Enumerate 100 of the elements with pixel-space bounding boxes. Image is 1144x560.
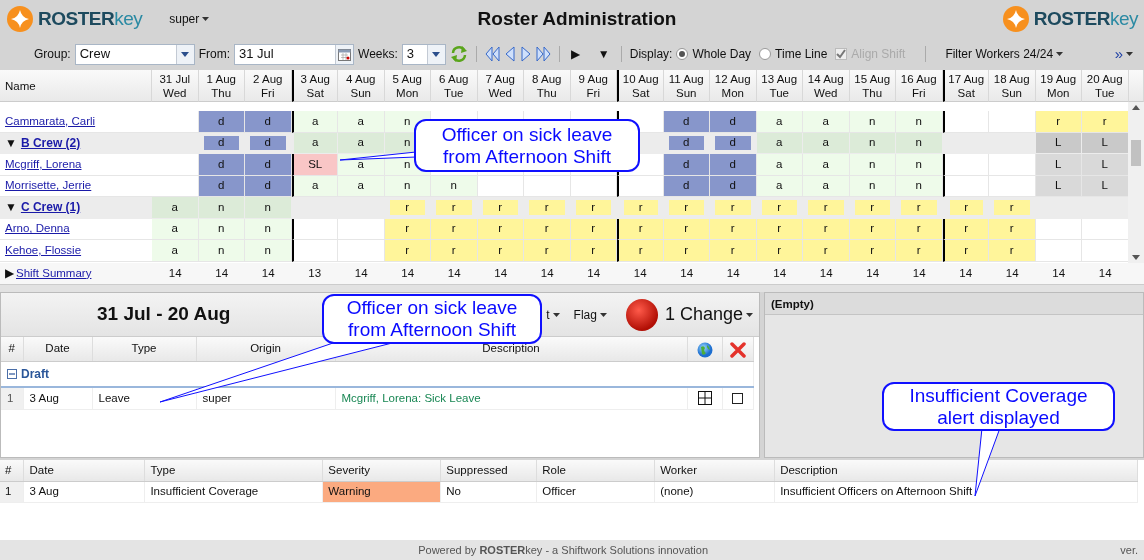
checkbox[interactable] bbox=[732, 392, 744, 404]
shift-cell[interactable]: d bbox=[663, 154, 709, 175]
column-header[interactable]: # bbox=[8, 342, 15, 355]
shift-cell[interactable]: r bbox=[1035, 111, 1081, 132]
shift-cell[interactable]: d bbox=[245, 154, 291, 175]
shift-cell[interactable]: d bbox=[245, 175, 291, 196]
shift-cell[interactable]: n bbox=[198, 240, 244, 261]
shift-cell[interactable]: r bbox=[524, 240, 570, 261]
shift-cell[interactable]: r bbox=[803, 218, 849, 239]
worker-link[interactable]: Kehoe, Flossie bbox=[5, 241, 82, 259]
shift-cell[interactable]: L bbox=[1082, 175, 1128, 196]
shift-cell[interactable]: n bbox=[245, 218, 291, 239]
column-header[interactable]: 3 Aug Sat bbox=[291, 70, 338, 102]
shift-cell[interactable]: SL bbox=[293, 154, 337, 175]
more-menu[interactable]: » bbox=[1111, 42, 1136, 66]
filter-menu[interactable]: Filter Workers 24/24 bbox=[942, 45, 1067, 63]
shift-cell[interactable]: a bbox=[338, 111, 384, 132]
shift-cell[interactable]: r bbox=[663, 240, 709, 261]
shift-cell[interactable]: a bbox=[293, 175, 337, 196]
worker-link[interactable]: Morrisette, Jerrie bbox=[5, 177, 92, 195]
column-header[interactable]: 15 Aug Thu bbox=[849, 70, 896, 102]
shift-cell[interactable]: a bbox=[803, 111, 849, 132]
radio-button[interactable] bbox=[676, 48, 689, 60]
shift-cell[interactable]: a bbox=[152, 197, 198, 218]
shift-cell[interactable]: a bbox=[756, 154, 802, 175]
column-header[interactable]: 9 Aug Fri bbox=[570, 70, 617, 102]
footer-link[interactable]: ROSTERkey bbox=[479, 543, 543, 556]
column-header[interactable]: 16 Aug Fri bbox=[896, 70, 943, 102]
shift-cell[interactable]: d bbox=[668, 135, 704, 150]
date-field[interactable]: 31 Jul bbox=[234, 43, 355, 65]
shift-cell[interactable]: r bbox=[482, 200, 518, 215]
globe-icon[interactable] bbox=[696, 341, 713, 358]
shift-cell[interactable]: a bbox=[756, 111, 802, 132]
shift-cell[interactable]: r bbox=[477, 240, 523, 261]
column-header[interactable]: 17 Aug Sat bbox=[942, 70, 989, 102]
shift-cell[interactable]: r bbox=[854, 200, 890, 215]
column-header[interactable]: 4 Aug Sun bbox=[338, 70, 385, 102]
shift-cell[interactable]: n bbox=[896, 175, 942, 196]
shift-cell[interactable]: r bbox=[715, 200, 751, 215]
scroll-up-icon[interactable] bbox=[1132, 105, 1140, 110]
column-header[interactable]: 31 Jul Wed bbox=[152, 70, 199, 102]
caret-icon[interactable] bbox=[599, 312, 607, 317]
shift-cell[interactable]: a bbox=[338, 132, 384, 153]
shift-cell[interactable]: r bbox=[944, 218, 988, 239]
shift-cell[interactable]: d bbox=[710, 175, 756, 196]
shift-cell[interactable]: d bbox=[710, 154, 756, 175]
caret-icon[interactable] bbox=[202, 17, 210, 21]
group-select[interactable]: Crew bbox=[74, 43, 195, 65]
shift-cell[interactable]: r bbox=[710, 218, 756, 239]
column-header[interactable]: 10 Aug Sat bbox=[617, 70, 664, 102]
column-header[interactable]: 2 Aug Fri bbox=[245, 70, 292, 102]
shift-cell[interactable]: r bbox=[668, 200, 704, 215]
shift-cell[interactable]: r bbox=[431, 240, 477, 261]
worker-link[interactable]: Arno, Denna bbox=[5, 220, 70, 238]
shift-cell[interactable]: r bbox=[436, 200, 472, 215]
column-header[interactable]: Date bbox=[29, 463, 54, 476]
next-icon[interactable] bbox=[519, 46, 532, 62]
shift-cell[interactable]: a bbox=[803, 154, 849, 175]
shift-cell[interactable]: n bbox=[198, 197, 244, 218]
shift-cell[interactable]: r bbox=[901, 200, 937, 215]
caret-icon[interactable] bbox=[552, 312, 560, 317]
caret-icon[interactable] bbox=[1126, 52, 1133, 56]
column-header[interactable]: 19 Aug Mon bbox=[1035, 70, 1082, 102]
shift-cell[interactable]: r bbox=[808, 200, 844, 215]
column-header[interactable]: 12 Aug Mon bbox=[710, 70, 757, 102]
shift-cell[interactable]: d bbox=[245, 111, 291, 132]
collapse-icon[interactable] bbox=[7, 368, 17, 379]
shift-cell[interactable]: L bbox=[1082, 154, 1128, 175]
shift-cell[interactable]: r bbox=[1082, 111, 1128, 132]
toggle-arrow[interactable]: ▼ bbox=[5, 198, 17, 217]
column-header[interactable]: 8 Aug Thu bbox=[524, 70, 571, 102]
shift-cell[interactable]: n bbox=[896, 132, 942, 153]
shift-cell[interactable]: r bbox=[710, 240, 756, 261]
shift-cell[interactable]: r bbox=[896, 240, 942, 261]
shift-cell[interactable]: d bbox=[715, 135, 751, 150]
column-header[interactable]: 14 Aug Wed bbox=[803, 70, 850, 102]
column-header[interactable]: # bbox=[5, 463, 12, 476]
column-header[interactable]: 11 Aug Sun bbox=[663, 70, 710, 102]
column-header[interactable]: 1 Aug Thu bbox=[198, 70, 245, 102]
shift-cell[interactable]: r bbox=[989, 240, 1035, 261]
previous-icon[interactable] bbox=[503, 46, 516, 62]
column-header[interactable]: 13 Aug Tue bbox=[756, 70, 803, 102]
column-header[interactable]: Role bbox=[542, 463, 566, 476]
column-header[interactable]: 7 Aug Wed bbox=[477, 70, 524, 102]
shift-cell[interactable]: r bbox=[619, 240, 663, 261]
worker-link[interactable]: Mcgriff, Lorena bbox=[5, 155, 82, 173]
shift-cell[interactable]: r bbox=[756, 240, 802, 261]
shift-cell[interactable]: n bbox=[896, 154, 942, 175]
panel-menu[interactable]: Flag bbox=[570, 305, 610, 324]
column-header[interactable]: 20 Aug Tue bbox=[1082, 70, 1129, 102]
shift-cell[interactable]: r bbox=[619, 218, 663, 239]
column-header[interactable]: Type bbox=[150, 463, 176, 476]
shift-cell[interactable]: r bbox=[524, 218, 570, 239]
play-button[interactable]: ▶ bbox=[567, 45, 583, 63]
shift-cell[interactable]: r bbox=[994, 200, 1030, 215]
changes-menu[interactable]: 1 Change bbox=[661, 301, 756, 328]
group-link[interactable]: B Crew (2) bbox=[20, 133, 81, 152]
close-icon[interactable] bbox=[729, 341, 746, 358]
shift-cell[interactable]: L bbox=[1035, 154, 1081, 175]
column-header[interactable]: Name bbox=[5, 80, 36, 92]
